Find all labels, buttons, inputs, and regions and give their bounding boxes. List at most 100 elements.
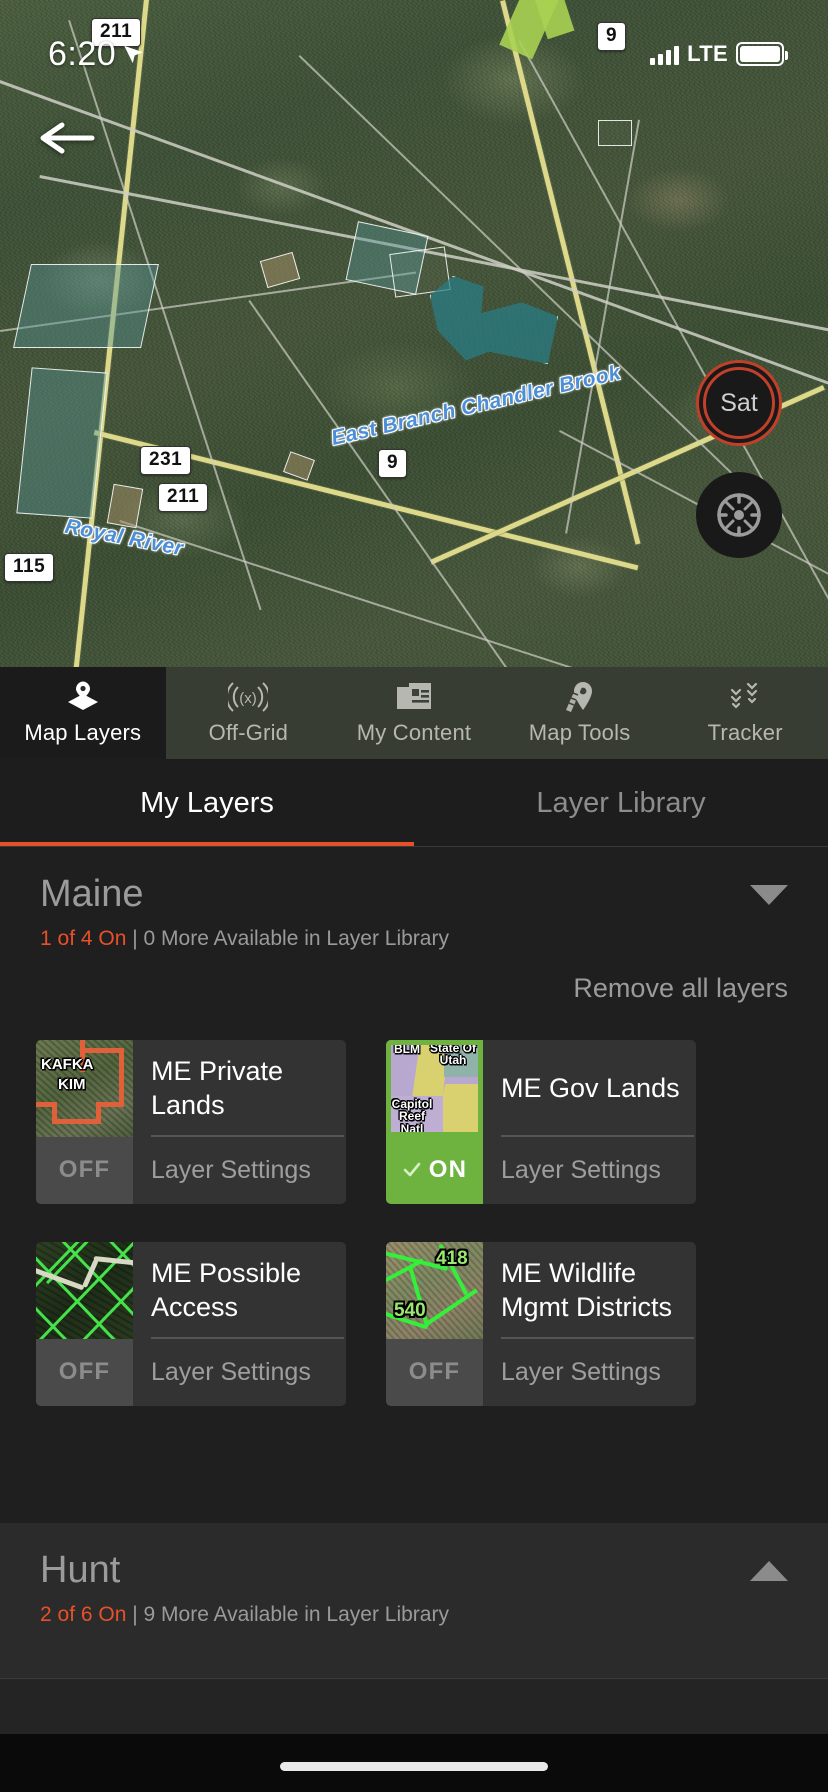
tab-tracker-label: Tracker [707,720,783,745]
group-on-count: 2 of 6 On [40,1602,127,1626]
back-arrow-icon [40,122,95,154]
layer-settings-button[interactable]: Layer Settings [501,1137,696,1204]
home-indicator[interactable] [280,1762,548,1771]
parcel-polygon [598,120,632,146]
tab-layer-library[interactable]: Layer Library [414,759,828,847]
road-shield: 231 [140,446,192,475]
tab-my-layers[interactable]: My Layers [0,759,414,847]
thumbnail-label: KIM [58,1075,86,1093]
card-left-column: OFF [36,1241,133,1406]
card-left-column: BLM State Of Utah Capitol Reef Natl ON [386,1039,483,1204]
thumbnail-image [36,1241,133,1339]
group-available-text: | 0 More Available in Layer Library [126,926,449,950]
layer-toggle-me-wildlife-mgmt-districts[interactable]: OFF [386,1338,483,1406]
card-left-column: 418 540 OFF [386,1241,483,1406]
tab-map-layers-label: Map Layers [24,720,142,745]
card-right-column: ME Private Lands Layer Settings [133,1040,346,1204]
thumbnail-image: KAFKA KIM [36,1039,133,1137]
thumbnail-image: BLM State Of Utah Capitol Reef Natl [386,1039,483,1137]
basemap-toggle-button[interactable]: Sat [696,360,782,446]
tab-my-content[interactable]: My Content [331,667,497,759]
tab-my-content-label: My Content [356,720,472,745]
clock-text: 6:20 [48,34,117,73]
road-shield: 9 [378,449,408,478]
layer-title: ME Possible Access [151,1257,302,1323]
map-view[interactable]: 211 231 211 9 9 115 East Branch Chandler… [0,0,828,667]
tab-off-grid-label: Off-Grid [208,720,289,745]
hunt-header-inner: Hunt 2 of 6 On | 9 More Available in Lay… [0,1523,828,1627]
gov-lands-thumbnail: BLM State Of Utah Capitol Reef Natl [386,1039,483,1137]
layer-toggle-me-gov-lands[interactable]: ON [386,1136,483,1204]
tracks-icon [726,680,764,714]
basemap-button-label: Sat [720,388,758,417]
layer-card-me-wildlife-mgmt-districts[interactable]: 418 540 OFF ME Wildlife Mgmt Districts L… [386,1241,696,1406]
layer-card-me-gov-lands[interactable]: BLM State Of Utah Capitol Reef Natl ON M… [386,1039,696,1204]
layer-title: ME Wildlife Mgmt Districts [501,1257,672,1323]
card-right-column: ME Possible Access Layer Settings [133,1242,346,1406]
layer-toggle-me-private-lands[interactable]: OFF [36,1136,133,1204]
thumbnail-image: 418 540 [386,1241,483,1339]
parcel-polygon [13,264,159,348]
wildlife-districts-thumbnail: 418 540 [386,1241,483,1339]
chevron-up-icon[interactable] [750,1561,788,1581]
compass-icon [717,493,761,537]
group-subtitle: 1 of 4 On | 0 More Available in Layer Li… [40,927,788,951]
chevron-down-icon[interactable] [750,885,788,905]
tab-tracker[interactable]: Tracker [662,667,828,759]
layer-card-me-possible-access[interactable]: OFF ME Possible Access Layer Settings [36,1241,346,1406]
card-right-column: ME Wildlife Mgmt Districts Layer Setting… [483,1242,696,1406]
location-arrow-icon [124,45,144,64]
tab-my-layers-label: My Layers [140,786,274,819]
road-shield: 211 [158,483,209,512]
thumbnail-active-border [386,1039,483,1137]
status-clock: 6:20 [48,35,146,74]
locate-me-button[interactable] [696,472,782,558]
tab-off-grid[interactable]: (x) Off-Grid [166,667,332,759]
thumbnail-label: 418 [436,1247,468,1269]
layer-title: ME Gov Lands [501,1073,680,1104]
layer-card-me-private-lands[interactable]: KAFKA KIM OFF ME Private Lands Layer Set… [36,1039,346,1204]
group-header-maine[interactable]: Maine 1 of 4 On | 0 More Available in La… [0,847,828,951]
content-list-icon [396,680,431,714]
layers-icon [64,680,102,714]
parcel-polygon [16,367,108,519]
group-header-hunt[interactable]: Hunt 2 of 6 On | 9 More Available in Lay… [0,1523,828,1678]
layer-toggle-me-possible-access[interactable]: OFF [36,1338,133,1406]
broadcast-icon: (x) [228,680,269,714]
status-indicators: LTE [650,41,788,67]
main-tab-bar: Map Layers (x) Off-Grid My Content Map T… [0,667,828,759]
cellular-bars-icon [650,43,680,65]
toggle-state-label: OFF [58,1358,111,1386]
layer-title: ME Private Lands [151,1055,284,1121]
check-icon [403,1163,421,1177]
toggle-state-label: ON [428,1156,468,1184]
remove-all-layers-button[interactable]: Remove all layers [0,951,828,1004]
thumbnail-label: 540 [394,1299,426,1321]
layer-settings-button[interactable]: Layer Settings [501,1339,696,1406]
card-right-column: ME Gov Lands Layer Settings [483,1040,696,1204]
possible-access-thumbnail [36,1241,133,1339]
layers-sub-tabs: My Layers Layer Library [0,759,828,847]
battery-full-icon [736,42,788,66]
road-shield: 115 [4,553,55,582]
group-subtitle: 2 of 6 On | 9 More Available in Layer Li… [40,1603,788,1627]
group-on-count: 1 of 4 On [40,926,127,950]
private-lands-thumbnail: KAFKA KIM [36,1039,133,1137]
tab-layer-library-label: Layer Library [536,786,706,819]
tab-map-tools[interactable]: Map Tools [497,667,663,759]
card-left-column: KAFKA KIM OFF [36,1039,133,1204]
tab-map-tools-label: Map Tools [528,720,631,745]
ruler-pin-icon [563,680,597,714]
group-title: Hunt [40,1549,121,1591]
layer-settings-button[interactable]: Layer Settings [151,1339,346,1406]
thumbnail-label: KAFKA [41,1055,94,1073]
group-available-text: | 9 More Available in Layer Library [126,1602,449,1626]
my-layers-panel[interactable]: Maine 1 of 4 On | 0 More Available in La… [0,847,828,1792]
toggle-state-label: OFF [408,1358,461,1386]
tab-map-layers[interactable]: Map Layers [0,667,166,759]
toggle-state-label: OFF [58,1156,111,1184]
svg-text:(x): (x) [240,690,258,707]
back-button[interactable] [40,118,98,158]
layer-settings-button[interactable]: Layer Settings [151,1137,346,1204]
layer-card-grid: KAFKA KIM OFF ME Private Lands Layer Set… [0,1004,828,1406]
